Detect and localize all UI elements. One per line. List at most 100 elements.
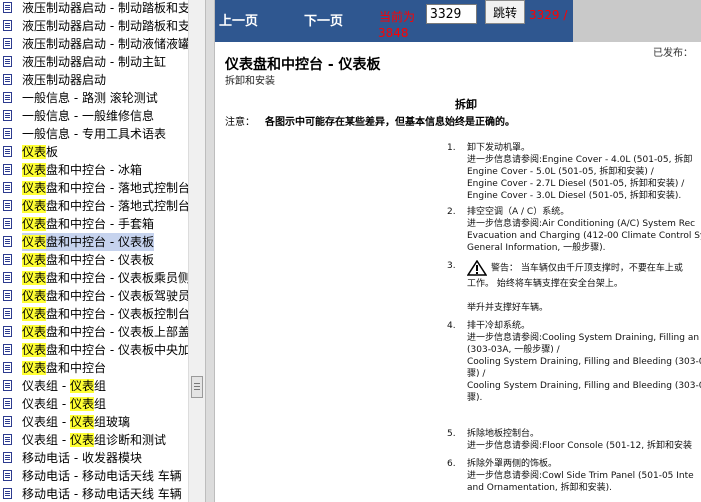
document-icon bbox=[3, 164, 12, 175]
jump-button[interactable]: 跳转 bbox=[485, 0, 525, 24]
tree-item-label: 液压制动器启动 - 制动液储液罐 bbox=[22, 35, 188, 53]
document-icon bbox=[3, 290, 12, 301]
nav-bar-gray bbox=[573, 0, 701, 42]
tree-item-text: 盘和中控台 - 仪表板驾驶员 bbox=[46, 289, 188, 303]
tree-item[interactable]: 仪表盘和中控台 - 冰箱 bbox=[0, 161, 188, 179]
tree-item-text: 组玻璃 bbox=[93, 415, 130, 429]
step-line: Cooling System Draining, Filling and Ble… bbox=[467, 380, 701, 392]
tree-item-label: 移动电话 - 收发器模块 bbox=[22, 449, 142, 467]
step-line: 进一步信息请参阅:Cowl Side Trim Panel (501-05 In… bbox=[467, 470, 694, 482]
tree-item[interactable]: 仪表盘和中控台 - 手套箱 bbox=[0, 215, 188, 233]
document-icon bbox=[3, 38, 12, 49]
step-text: and Ornamentation, 拆卸和安装). bbox=[467, 483, 613, 493]
tree-item-label: 一般信息 - 一般维修信息 bbox=[22, 107, 154, 125]
document-icon bbox=[3, 452, 12, 463]
document-icon bbox=[3, 110, 12, 121]
tree-item[interactable]: 仪表盘和中控台 - 仪表板乘员侧 bbox=[0, 269, 188, 287]
tree-item[interactable]: 仪表盘和中控台 - 仪表板上部盖 bbox=[0, 323, 188, 341]
tree-item[interactable]: 仪表盘和中控台 - 落地式控制台 bbox=[0, 197, 188, 215]
step-text: 骤) / bbox=[467, 369, 486, 379]
step-line: and Ornamentation, 拆卸和安装). bbox=[467, 482, 694, 494]
tree-item[interactable]: 一般信息 - 专用工具术语表 bbox=[0, 125, 188, 143]
tree-item[interactable]: 仪表盘和中控台 - 仪表板 bbox=[0, 251, 188, 269]
tree-item[interactable]: 仪表组 - 仪表组诊断和测试 bbox=[0, 431, 188, 449]
tree-item[interactable]: 一般信息 - 一般维修信息 bbox=[0, 107, 188, 125]
step-line: 拆除外罩两侧的饰板。 bbox=[467, 458, 694, 470]
tree-item-label: 仪表板 bbox=[22, 143, 58, 161]
step-line: 骤) / bbox=[467, 368, 701, 380]
tree-item[interactable]: 仪表组 - 仪表组玻璃 bbox=[0, 413, 188, 431]
tree-item-label: 仪表盘和中控台 - 落地式控制台 bbox=[22, 197, 188, 215]
step-line: Engine Cover - 3.0L Diesel (501-05, 拆卸和安… bbox=[467, 190, 692, 202]
tree-item[interactable]: 仪表盘和中控台 - 仪表板 bbox=[0, 233, 188, 251]
document-icon bbox=[3, 308, 12, 319]
tree-scrollbar[interactable] bbox=[188, 0, 205, 502]
document-icon bbox=[3, 146, 12, 157]
scrollbar-thumb[interactable] bbox=[191, 376, 203, 398]
tree-item-label: 液压制动器启动 - 制动踏板和支 bbox=[22, 17, 188, 35]
step-line: 骤). bbox=[467, 392, 701, 404]
step-line: 排空空调（A / C）系统。 bbox=[467, 206, 701, 218]
tree-item[interactable]: 仪表盘和中控台 - 落地式控制台 bbox=[0, 179, 188, 197]
step-line: 举升并支撑好车辆。 bbox=[467, 302, 683, 314]
document-icon bbox=[3, 92, 12, 103]
step-line: Engine Cover - 5.0L (501-05, 拆卸和安装) / bbox=[467, 166, 692, 178]
note-text: 各图示中可能存在某些差异，但基本信息始终是正确的。 bbox=[265, 117, 515, 128]
document-icon bbox=[3, 362, 12, 373]
step-number: 2. bbox=[447, 207, 456, 217]
tree-item-text: 板 bbox=[46, 145, 59, 159]
tree-item[interactable]: 液压制动器启动 - 制动踏板和支 bbox=[0, 17, 188, 35]
tree-item[interactable]: 移动电话 - 收发器模块 bbox=[0, 449, 188, 467]
step-text: 进一步信息请参阅:Engine Cover - 4.0L (501-05, 拆卸 bbox=[467, 155, 693, 165]
tree-item[interactable]: 移动电话 - 移动电话天线 车辆 bbox=[0, 485, 188, 502]
tree-item-text: 一般信息 - 路测 滚轮测试 bbox=[22, 91, 158, 105]
tree-item[interactable]: 液压制动器启动 - 制动主缸 bbox=[0, 53, 188, 71]
tree-item-label: 仪表盘和中控台 - 仪表板中央加 bbox=[22, 341, 188, 359]
tree-item-text: 一般信息 - 专用工具术语表 bbox=[22, 127, 166, 141]
tree-item-prefix: 仪表组 - bbox=[22, 397, 70, 411]
tree-item-text: 组 bbox=[93, 379, 106, 393]
tree-item-text: 盘和中控台 bbox=[46, 361, 107, 375]
tree-item-text: 盘和中控台 - 仪表板乘员侧 bbox=[46, 271, 188, 285]
document-body: 已发布： 仪表盘和中控台 - 仪表板 拆卸和安装 拆卸 注意： 各图示中可能存在某… bbox=[215, 42, 701, 502]
tree-item[interactable]: 液压制动器启动 - 制动液储液罐 bbox=[0, 35, 188, 53]
tree-item-text: 移动电话 - 收发器模块 bbox=[22, 451, 142, 465]
tree-item[interactable]: 仪表盘和中控台 bbox=[0, 359, 188, 377]
step-text: 进一步信息请参阅:Floor Console (501-12, 拆卸和安装 bbox=[467, 441, 692, 451]
tree-item-text: 液压制动器启动 bbox=[22, 73, 107, 87]
tree-item[interactable]: 仪表组 - 仪表组 bbox=[0, 377, 188, 395]
tree-item[interactable]: 液压制动器启动 - 制动踏板和支 bbox=[0, 0, 188, 17]
note-label: 注意： bbox=[225, 117, 255, 128]
tree-item[interactable]: 仪表板 bbox=[0, 143, 188, 161]
prev-page-link[interactable]: 上一页 bbox=[219, 10, 258, 29]
step-line: (303-03A, 一般步骤) / bbox=[467, 344, 701, 356]
next-page-link[interactable]: 下一页 bbox=[304, 10, 343, 29]
step-line: 进一步信息请参阅:Engine Cover - 4.0L (501-05, 拆卸 bbox=[467, 154, 692, 166]
tree-item-text: 组 bbox=[93, 397, 106, 411]
step-text: 举升并支撑好车辆。 bbox=[467, 303, 549, 313]
tree-item[interactable]: 移动电话 - 移动电话天线 车辆 bbox=[0, 467, 188, 485]
pane-divider[interactable] bbox=[205, 0, 215, 502]
search-highlight: 仪表 bbox=[22, 145, 47, 159]
tree-item-label: 仪表盘和中控台 - 仪表板上部盖 bbox=[22, 323, 188, 341]
document-icon bbox=[3, 380, 12, 391]
document-icon bbox=[3, 200, 12, 211]
step-line: General Information, 一般步骤). bbox=[467, 242, 701, 254]
document-icon bbox=[3, 326, 12, 337]
step-text: Cooling System Draining, Filling and Ble… bbox=[467, 357, 701, 367]
tree-item[interactable]: 仪表盘和中控台 - 仪表板控制台 bbox=[0, 305, 188, 323]
tree-item-label: 仪表组 - 仪表组玻璃 bbox=[22, 413, 130, 431]
document-icon bbox=[3, 236, 12, 247]
tree-item[interactable]: 仪表组 - 仪表组 bbox=[0, 395, 188, 413]
document-icon bbox=[3, 272, 12, 283]
tree-item[interactable]: 一般信息 - 路测 滚轮测试 bbox=[0, 89, 188, 107]
tree-item-label: 仪表组 - 仪表组 bbox=[22, 395, 106, 413]
document-icon bbox=[3, 56, 12, 67]
note: 注意： 各图示中可能存在某些差异，但基本信息始终是正确的。 bbox=[225, 113, 515, 128]
tree-item[interactable]: 液压制动器启动 bbox=[0, 71, 188, 89]
tree-item[interactable]: 仪表盘和中控台 - 仪表板驾驶员 bbox=[0, 287, 188, 305]
tree-item[interactable]: 仪表盘和中控台 - 仪表板中央加 bbox=[0, 341, 188, 359]
tree-item-text: 液压制动器启动 - 制动主缸 bbox=[22, 55, 166, 69]
tree-item-text: 盘和中控台 - 仪表板上部盖 bbox=[46, 325, 188, 339]
page-number-input[interactable] bbox=[426, 4, 477, 24]
